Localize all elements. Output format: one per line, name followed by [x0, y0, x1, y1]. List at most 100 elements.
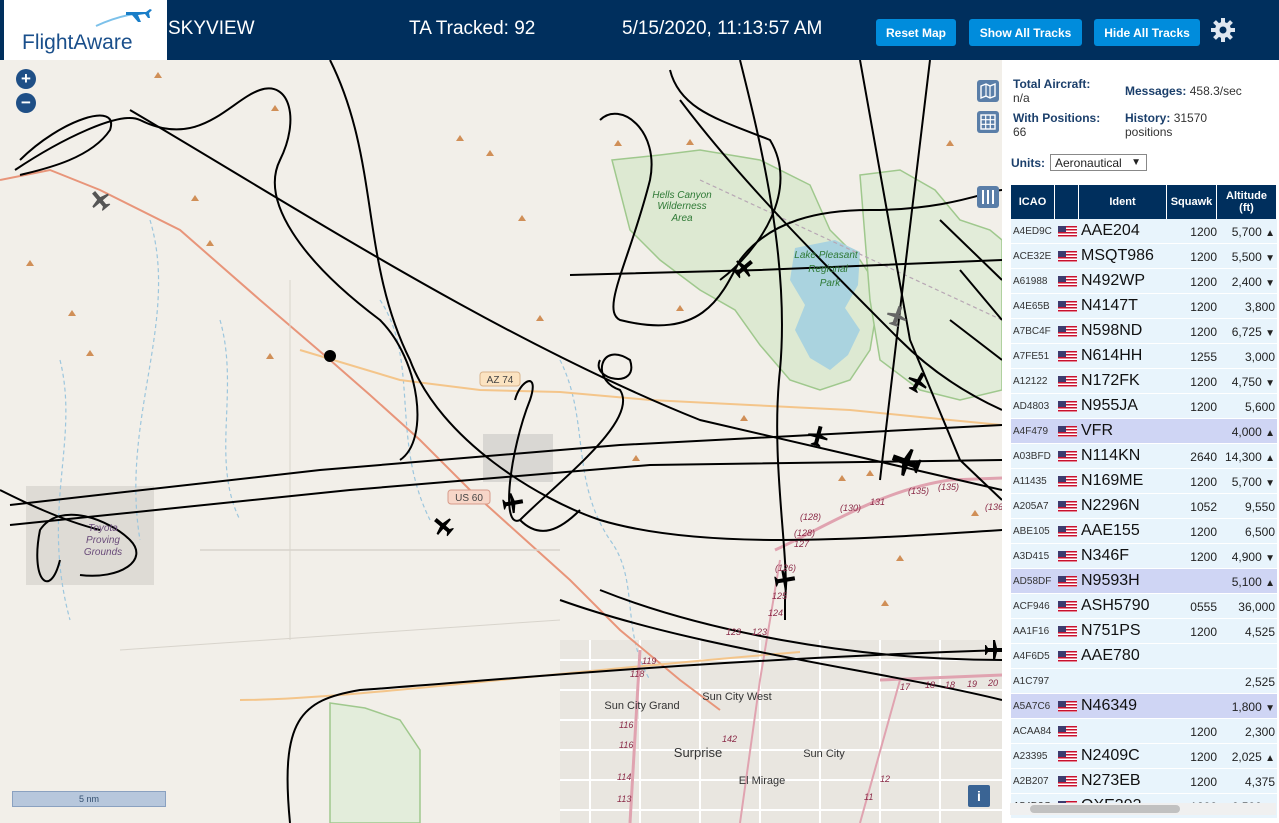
row-icao: A4ED9C: [1013, 226, 1052, 237]
table-row[interactable]: ABE105 AAE155 1200 6,500: [1011, 519, 1277, 544]
row-squawk: 1200: [1190, 400, 1217, 414]
row-altitude: 14,300 ▲: [1225, 450, 1275, 464]
row-icao: A3D415: [1013, 551, 1050, 562]
row-icao: A7BC4F: [1013, 326, 1051, 337]
route-marker: 116: [619, 740, 633, 750]
units-select[interactable]: Aeronautical ▼: [1050, 154, 1147, 171]
row-squawk: 1200: [1190, 725, 1217, 739]
columns-toggle-icon[interactable]: [977, 186, 999, 208]
table-row[interactable]: AD4803 N955JA 1200 5,600: [1011, 394, 1277, 419]
col-icao[interactable]: ICAO: [1011, 185, 1055, 219]
history-stat: History: 31570 positions: [1125, 111, 1208, 139]
map-label-surprise: Surprise: [674, 745, 722, 760]
map-view[interactable]: Hells Canyon Wilderness Area Lake Pleasa…: [0, 60, 1002, 823]
table-row[interactable]: AD58DF N9593H 5,100 ▲: [1011, 569, 1277, 594]
row-squawk: 1200: [1190, 225, 1217, 239]
table-row[interactable]: A3D415 N346F 1200 4,900 ▼: [1011, 544, 1277, 569]
row-squawk: 1200: [1190, 625, 1217, 639]
altitude-trend-icon: ▼: [1265, 478, 1275, 489]
table-row[interactable]: A03BFD N114KN 2640 14,300 ▲: [1011, 444, 1277, 469]
col-squawk[interactable]: Squawk: [1167, 185, 1217, 219]
map-canvas[interactable]: Hells Canyon Wilderness Area Lake Pleasa…: [0, 60, 1002, 823]
with-positions-stat: With Positions: 66: [1013, 111, 1101, 139]
us-flag-icon: [1058, 551, 1077, 562]
route-marker: (126): [775, 563, 796, 573]
table-row[interactable]: A5A7C6 N46349 1,800 ▼: [1011, 694, 1277, 719]
table-row[interactable]: A11435 N169ME 1200 5,700 ▼: [1011, 469, 1277, 494]
us-flag-icon: [1058, 326, 1077, 337]
row-icao: A4E65B: [1013, 301, 1050, 312]
zoom-out-button[interactable]: −: [16, 93, 36, 113]
app-title: SKYVIEW: [168, 18, 255, 39]
reset-map-button[interactable]: Reset Map: [876, 19, 956, 46]
us-flag-icon: [1058, 576, 1077, 587]
us-flag-icon: [1058, 501, 1077, 512]
row-icao: ACAA84: [1013, 726, 1052, 737]
route-marker: 125: [772, 591, 788, 601]
show-all-tracks-button[interactable]: Show All Tracks: [969, 19, 1082, 46]
map-layers-icon[interactable]: [977, 80, 999, 102]
zoom-in-button[interactable]: +: [16, 69, 36, 89]
table-row[interactable]: A7BC4F N598ND 1200 6,725 ▼: [1011, 319, 1277, 344]
scrollbar-thumb[interactable]: [1030, 805, 1180, 813]
altitude-trend-icon: ▼: [1265, 703, 1275, 714]
table-row[interactable]: AA1F16 N751PS 1200 4,525: [1011, 619, 1277, 644]
map-label-hells-canyon-3: Area: [670, 213, 693, 224]
road-shield-az74: AZ 74: [479, 371, 521, 387]
table-row[interactable]: A4E65B N4147T 1200 3,800: [1011, 294, 1277, 319]
table-row[interactable]: A4F479 VFR 4,000 ▲: [1011, 419, 1277, 444]
row-squawk: 1200: [1190, 325, 1217, 339]
map-label-el-mirage: El Mirage: [739, 775, 785, 787]
aircraft-panel: Total Aircraft: n/a Messages: 458.3/sec W…: [1002, 60, 1279, 823]
col-ident[interactable]: Ident: [1079, 185, 1167, 219]
row-altitude: 2,400 ▼: [1231, 275, 1275, 289]
svg-text:US 60: US 60: [455, 493, 483, 504]
row-altitude: 5,700 ▼: [1231, 475, 1275, 489]
flightaware-logo[interactable]: FlightAware: [4, 0, 167, 60]
row-ident: N169ME: [1081, 472, 1144, 489]
route-marker: 19: [967, 679, 977, 689]
info-button[interactable]: i: [968, 785, 990, 807]
table-row[interactable]: A7FE51 N614HH 1255 3,000: [1011, 344, 1277, 369]
road-shield-us60: US 60: [447, 489, 491, 505]
grid-icon[interactable]: [977, 111, 999, 133]
table-row[interactable]: A4ED9C AAE204 1200 5,700 ▲: [1011, 219, 1277, 244]
row-icao: A4F479: [1013, 426, 1049, 437]
gear-icon[interactable]: [1210, 17, 1236, 43]
map-label-lake-pleasant-1: Lake Pleasant: [794, 250, 859, 261]
col-altitude[interactable]: Altitude (ft): [1217, 185, 1277, 219]
table-horizontal-scrollbar[interactable]: [1010, 803, 1276, 815]
row-ident: N273EB: [1081, 772, 1141, 789]
table-row[interactable]: A61988 N492WP 1200 2,400 ▼: [1011, 269, 1277, 294]
table-row[interactable]: A23395 N2409C 1200 2,025 ▲: [1011, 744, 1277, 769]
row-squawk: 1200: [1190, 775, 1217, 789]
row-ident: N2409C: [1081, 747, 1140, 764]
table-row[interactable]: ACF946 ASH5790 0555 36,000: [1011, 594, 1277, 619]
table-row[interactable]: A1C797 2,525: [1011, 669, 1277, 694]
logo-text: FlightAware: [22, 31, 133, 54]
row-altitude: 4,525: [1244, 625, 1275, 639]
table-row[interactable]: ACAA84 1200 2,300: [1011, 719, 1277, 744]
us-flag-icon: [1058, 351, 1077, 362]
row-altitude: 4,750 ▼: [1231, 375, 1275, 389]
hide-all-tracks-button[interactable]: Hide All Tracks: [1094, 19, 1200, 46]
row-altitude: 5,600: [1244, 400, 1275, 414]
route-marker: 113: [617, 794, 631, 804]
units-label: Units:: [1011, 156, 1045, 170]
table-row[interactable]: A205A7 N2296N 1052 9,550: [1011, 494, 1277, 519]
table-row[interactable]: A2B207 N273EB 1200 4,375: [1011, 769, 1277, 794]
table-header: ICAO Ident Squawk Altitude (ft): [1011, 185, 1277, 219]
altitude-trend-icon: ▼: [1265, 278, 1275, 289]
row-ident: VFR: [1081, 422, 1113, 439]
table-row[interactable]: A4F6D5 AAE780: [1011, 644, 1277, 669]
row-altitude: 4,000 ▲: [1231, 425, 1275, 439]
us-flag-icon: [1058, 726, 1077, 737]
route-marker: 17: [900, 682, 911, 692]
row-ident: N46349: [1081, 697, 1138, 714]
table-row[interactable]: A12122 N172FK 1200 4,750 ▼: [1011, 369, 1277, 394]
altitude-trend-icon: ▼: [1265, 328, 1275, 339]
altitude-trend-icon: ▼: [1265, 253, 1275, 264]
col-flag[interactable]: [1055, 185, 1079, 219]
row-icao: A2B207: [1013, 776, 1049, 787]
table-row[interactable]: ACE32E MSQT986 1200 5,500 ▼: [1011, 244, 1277, 269]
